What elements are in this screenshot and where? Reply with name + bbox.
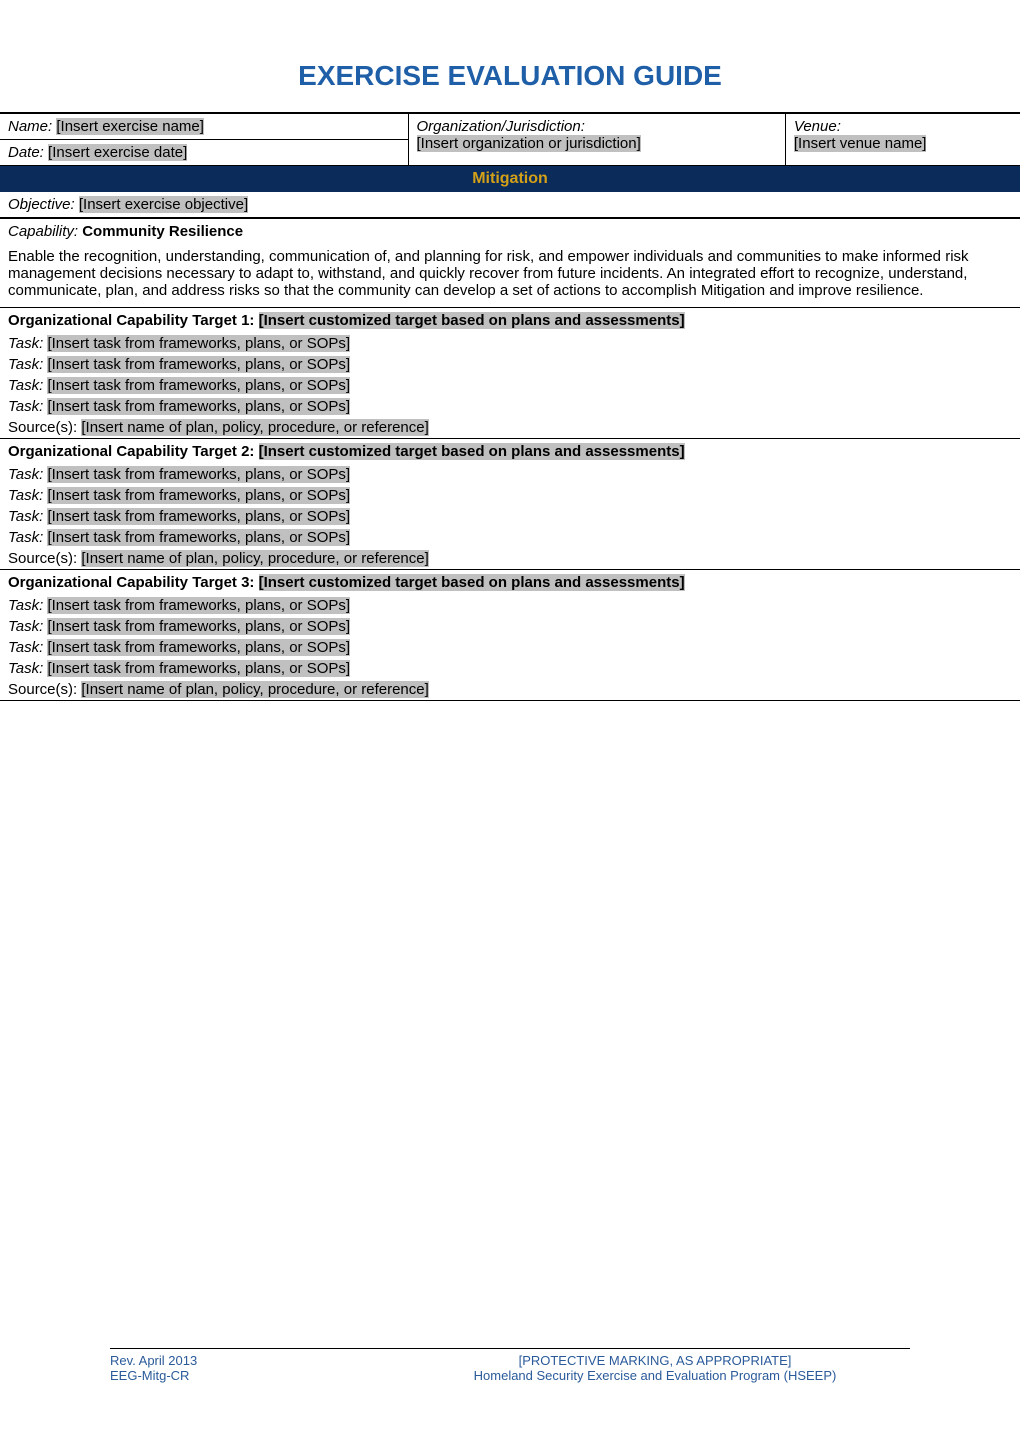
target-3-task-1-value: [Insert task from frameworks, plans, or … <box>47 597 350 614</box>
target-3-task-3-value: [Insert task from frameworks, plans, or … <box>47 639 350 656</box>
org-value: [Insert organization or jurisdiction] <box>417 135 641 152</box>
target-2-section: Organizational Capability Target 2: [Ins… <box>0 439 1020 570</box>
target-1-prefix: Organizational Capability Target 1: <box>8 312 259 329</box>
target-2-source-label: Source(s): <box>8 550 77 567</box>
target-1-section: Organizational Capability Target 1: [Ins… <box>0 308 1020 439</box>
target-2-task-2-label: Task: <box>8 487 43 504</box>
target-2-task-4-label: Task: <box>8 529 43 546</box>
objective-value: [Insert exercise objective] <box>79 196 248 213</box>
footer: Rev. April 2013 [PROTECTIVE MARKING, AS … <box>0 1348 1020 1383</box>
mitigation-banner: Mitigation <box>0 166 1020 193</box>
target-2-task-3-value: [Insert task from frameworks, plans, or … <box>47 508 350 525</box>
target-3-task-3-label: Task: <box>8 639 43 656</box>
target-1-task-4-value: [Insert task from frameworks, plans, or … <box>47 398 350 415</box>
footer-code: EEG-Mitg-CR <box>110 1368 350 1383</box>
target-1-placeholder: [Insert customized target based on plans… <box>259 312 685 329</box>
target-3-placeholder: [Insert customized target based on plans… <box>259 574 685 591</box>
target-2-task-1-value: [Insert task from frameworks, plans, or … <box>47 466 350 483</box>
org-label: Organization/Jurisdiction: <box>417 118 777 135</box>
footer-rev-date: Rev. April 2013 <box>110 1353 350 1368</box>
target-1-source-label: Source(s): <box>8 419 77 436</box>
capability-label: Capability: <box>8 223 78 240</box>
target-3-task-4-value: [Insert task from frameworks, plans, or … <box>47 660 350 677</box>
target-2-source-value: [Insert name of plan, policy, procedure,… <box>81 550 428 567</box>
footer-divider <box>110 1348 910 1349</box>
name-value: [Insert exercise name] <box>56 118 204 135</box>
target-1-task-3-value: [Insert task from frameworks, plans, or … <box>47 377 350 394</box>
target-1-task-1-value: [Insert task from frameworks, plans, or … <box>47 335 350 352</box>
date-value: [Insert exercise date] <box>48 144 187 161</box>
mitigation-banner-row: Mitigation <box>0 166 1020 193</box>
target-3-source-value: [Insert name of plan, policy, procedure,… <box>81 681 428 698</box>
capability-desc-row: Enable the recognition, understanding, c… <box>0 244 1020 308</box>
target-1-source-value: [Insert name of plan, policy, procedure,… <box>81 419 428 436</box>
target-1-task-3-label: Task: <box>8 377 43 394</box>
target-3-task-4-label: Task: <box>8 660 43 677</box>
capability-name: Community Resilience <box>82 223 243 240</box>
capability-description: Enable the recognition, understanding, c… <box>0 244 1020 308</box>
footer-protective-marking: [PROTECTIVE MARKING, AS APPROPRIATE] <box>350 1353 960 1368</box>
target-3-source-label: Source(s): <box>8 681 77 698</box>
header-row-1: Name: [Insert exercise name] Organizatio… <box>0 113 1020 140</box>
target-2-task-3-label: Task: <box>8 508 43 525</box>
venue-value: [Insert venue name] <box>794 135 927 152</box>
date-label: Date: <box>8 144 44 161</box>
target-3-task-2-value: [Insert task from frameworks, plans, or … <box>47 618 350 635</box>
target-1-task-4-label: Task: <box>8 398 43 415</box>
target-1-task-1-label: Task: <box>8 335 43 352</box>
target-2-prefix: Organizational Capability Target 2: <box>8 443 259 460</box>
page-title: EXERCISE EVALUATION GUIDE <box>0 60 1020 92</box>
target-1-task-2-label: Task: <box>8 356 43 373</box>
target-2-task-1-label: Task: <box>8 466 43 483</box>
target-1-task-2-value: [Insert task from frameworks, plans, or … <box>47 356 350 373</box>
target-3-prefix: Organizational Capability Target 3: <box>8 574 259 591</box>
target-3-task-1-label: Task: <box>8 597 43 614</box>
target-3-section: Organizational Capability Target 3: [Ins… <box>0 570 1020 701</box>
name-label: Name: <box>8 118 52 135</box>
target-2-placeholder: [Insert customized target based on plans… <box>259 443 685 460</box>
target-2-task-4-value: [Insert task from frameworks, plans, or … <box>47 529 350 546</box>
target-2-task-2-value: [Insert task from frameworks, plans, or … <box>47 487 350 504</box>
objective-row: Objective: [Insert exercise objective] <box>0 192 1020 218</box>
target-3-task-2-label: Task: <box>8 618 43 635</box>
venue-label: Venue: <box>794 118 1012 135</box>
objective-label: Objective: <box>8 196 75 213</box>
capability-row: Capability: Community Resilience <box>0 218 1020 244</box>
footer-program: Homeland Security Exercise and Evaluatio… <box>350 1368 960 1383</box>
main-table: Name: [Insert exercise name] Organizatio… <box>0 112 1020 701</box>
